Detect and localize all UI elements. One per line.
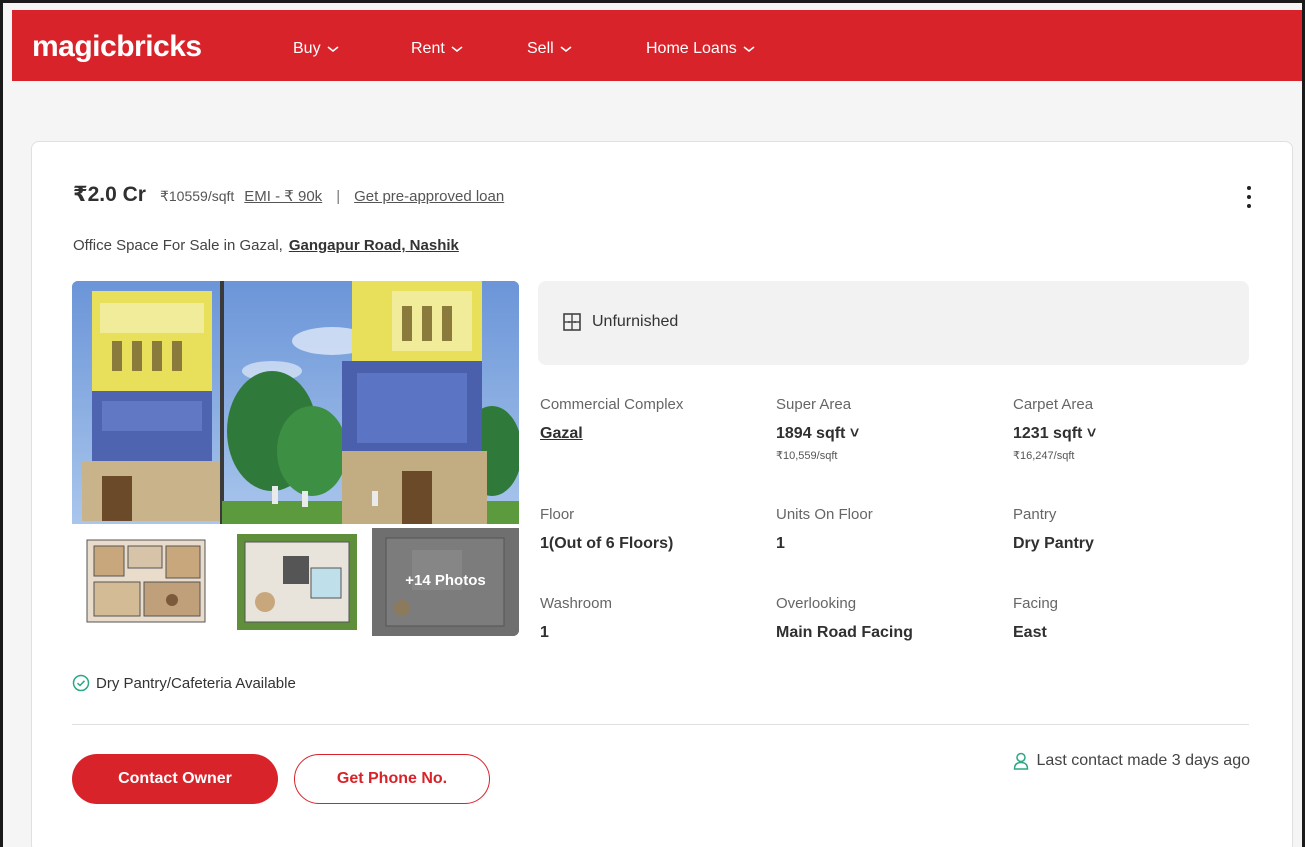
- spec-washroom: Washroom 1: [540, 595, 612, 642]
- amenity-item: Dry Pantry/Cafeteria Available: [72, 674, 296, 692]
- user-icon: [1013, 752, 1028, 770]
- more-photos-label: +14 Photos: [405, 572, 486, 589]
- spec-value: East: [1013, 624, 1047, 641]
- location-link[interactable]: Gangapur Road, Nashik: [289, 237, 459, 254]
- last-contact-info: Last contact made 3 days ago: [1013, 752, 1250, 770]
- divider: [72, 724, 1249, 725]
- chevron-down-icon: [560, 46, 572, 53]
- spec-label: Overlooking: [776, 595, 857, 612]
- furnishing-status: Unfurnished: [592, 313, 679, 330]
- floor-plan-image: [72, 528, 222, 636]
- amenity-label: Dry Pantry/Cafeteria Available: [96, 674, 296, 692]
- spec-super-area: Super Area 1894 sqft ˅ ₹10,559/sqft: [776, 396, 859, 462]
- chevron-down-icon: ˅: [1086, 425, 1097, 442]
- floor-plan-thumbnail-2[interactable]: [231, 528, 363, 636]
- nav-buy[interactable]: Buy: [293, 40, 339, 58]
- spec-commercial-complex: Commercial Complex Gazal: [540, 396, 683, 443]
- emi-link[interactable]: EMI - ₹ 90k: [244, 187, 322, 205]
- listing-subtitle: Office Space For Sale in Gazal, Gangapur …: [73, 237, 459, 254]
- property-card[interactable]: ₹2.0 Cr ₹10559/sqft EMI - ₹ 90k | Get pr…: [31, 141, 1293, 847]
- separator: |: [336, 188, 341, 205]
- spec-pantry: Pantry Dry Pantry: [1013, 506, 1094, 553]
- spec-label: Floor: [540, 506, 575, 523]
- spec-label: Units On Floor: [776, 506, 873, 523]
- spec-label: Commercial Complex: [540, 396, 684, 413]
- spec-label: Super Area: [776, 396, 852, 413]
- spec-floor: Floor 1(Out of 6 Floors): [540, 506, 673, 553]
- spec-label: Washroom: [540, 595, 612, 612]
- spec-value: 1: [776, 535, 785, 552]
- complex-link[interactable]: Gazal: [540, 425, 683, 443]
- floor-plan-thumbnail-1[interactable]: [72, 528, 222, 636]
- check-circle-icon: [72, 674, 90, 692]
- nav-rent-label: Rent: [411, 40, 445, 57]
- chevron-down-icon: [743, 46, 755, 53]
- nav-rent[interactable]: Rent: [411, 40, 463, 58]
- spec-label: Facing: [1013, 595, 1059, 612]
- spec-value: Dry Pantry: [1013, 535, 1094, 552]
- carpet-area-value[interactable]: 1231 sqft ˅: [1013, 425, 1096, 443]
- top-nav-bar: magicbricks Buy Rent Sell Home Loans: [12, 10, 1302, 81]
- main-property-image[interactable]: [72, 281, 519, 524]
- nav-home-loans[interactable]: Home Loans: [646, 40, 755, 58]
- last-contact-text: Last contact made 3 days ago: [1036, 752, 1250, 769]
- spec-value: 1(Out of 6 Floors): [540, 535, 674, 552]
- carpet-area-rate: ₹16,247/sqft: [1013, 450, 1075, 462]
- chevron-down-icon: [451, 46, 463, 53]
- logo[interactable]: magicbricks: [32, 30, 202, 64]
- nav-home-loans-label: Home Loans: [646, 40, 737, 57]
- nav-buy-label: Buy: [293, 40, 321, 57]
- spec-facing: Facing East: [1013, 595, 1058, 642]
- app-frame: magicbricks Buy Rent Sell Home Loans ₹2.…: [0, 0, 1305, 847]
- chevron-down-icon: ˅: [849, 425, 860, 442]
- building-image: [72, 281, 519, 524]
- spec-overlooking: Overlooking Main Road Facing: [776, 595, 913, 642]
- spec-value: 1: [540, 624, 549, 641]
- price-per-sqft: ₹10559/sqft: [159, 188, 235, 204]
- super-area-rate: ₹10,559/sqft: [776, 450, 838, 462]
- furniture-icon: [563, 313, 581, 331]
- chevron-down-icon: [327, 46, 339, 53]
- spec-label: Carpet Area: [1013, 396, 1094, 413]
- spec-carpet-area: Carpet Area 1231 sqft ˅ ₹16,247/sqft: [1013, 396, 1096, 462]
- floor-plan-thumbnail-3[interactable]: +14 Photos: [372, 528, 519, 636]
- furnishing-box: Unfurnished: [538, 281, 1249, 365]
- contact-owner-button[interactable]: Contact Owner: [72, 754, 278, 804]
- price-row: ₹2.0 Cr ₹10559/sqft EMI - ₹ 90k | Get pr…: [73, 182, 504, 207]
- pre-approved-loan-link[interactable]: Get pre-approved loan: [354, 188, 504, 205]
- more-options-icon[interactable]: [1246, 186, 1252, 208]
- get-phone-button[interactable]: Get Phone No.: [294, 754, 490, 804]
- spec-units-on-floor: Units On Floor 1: [776, 506, 873, 553]
- floor-plan-image: [231, 528, 363, 636]
- nav-sell-label: Sell: [527, 40, 554, 57]
- spec-label: Pantry: [1013, 506, 1057, 523]
- price: ₹2.0 Cr: [73, 183, 146, 206]
- nav-sell[interactable]: Sell: [527, 40, 572, 58]
- listing-type: Office Space For Sale in Gazal,: [73, 237, 283, 254]
- super-area-value[interactable]: 1894 sqft ˅: [776, 425, 859, 443]
- spec-value: Main Road Facing: [776, 624, 913, 641]
